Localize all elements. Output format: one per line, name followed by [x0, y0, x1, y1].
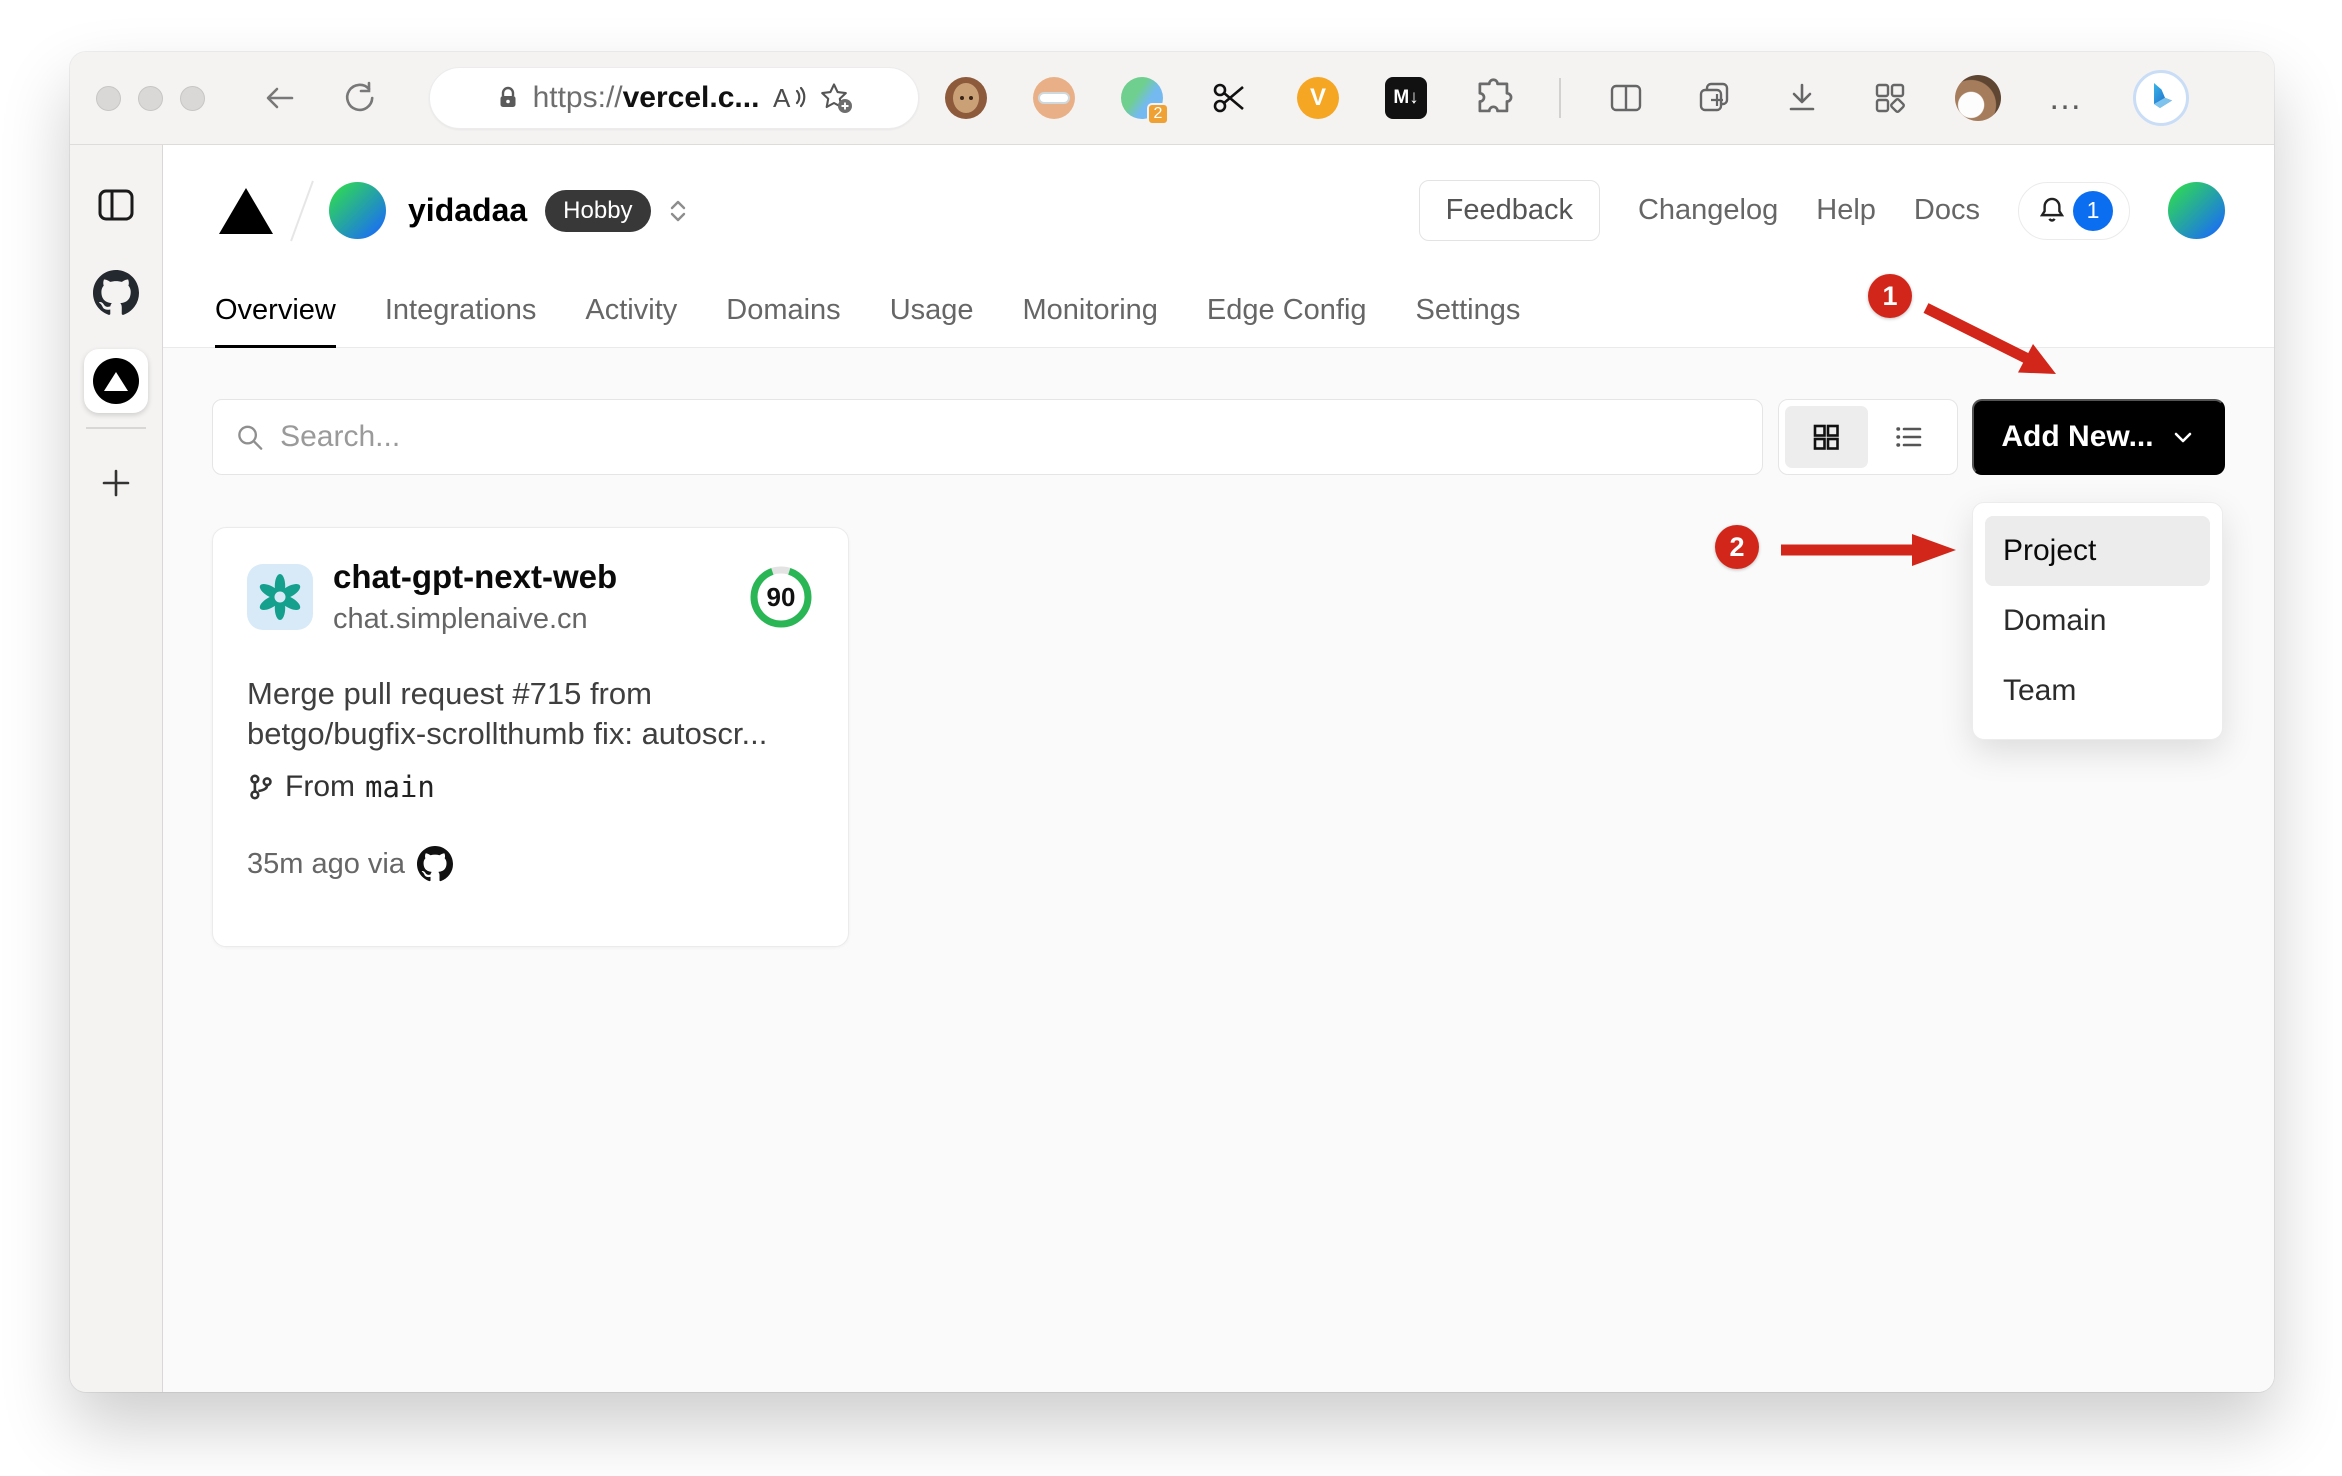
annotation-arrow-1 [1923, 303, 2056, 374]
back-arrow-icon [266, 87, 294, 109]
vercel-logo[interactable] [215, 183, 277, 239]
profile-avatar[interactable] [1955, 75, 2001, 121]
project-search [212, 399, 1763, 475]
score-ring[interactable]: 90 [748, 564, 814, 630]
dropdown-item-project[interactable]: Project [1985, 516, 2210, 586]
git-branch-icon [250, 774, 272, 800]
collections-icon[interactable] [1691, 75, 1737, 121]
tab-settings[interactable]: Settings [1416, 276, 1521, 348]
branch-row: From main [247, 770, 814, 804]
commit-message[interactable]: Merge pull request #715 from betgo/bugfi… [247, 674, 787, 754]
circle-extension-icon[interactable]: 2 [1119, 75, 1169, 125]
docs-link[interactable]: Docs [1914, 194, 1980, 227]
team-name[interactable]: yidadaa [408, 192, 527, 229]
bell-icon [2039, 197, 2065, 222]
team-avatar[interactable] [329, 182, 386, 239]
feedback-button[interactable]: Feedback [1418, 180, 1600, 241]
tab-monitoring[interactable]: Monitoring [1023, 276, 1158, 348]
vercel-tab-icon [93, 358, 139, 404]
annotation-step-2-badge: 2 [1715, 525, 1759, 569]
lock-icon [500, 86, 516, 107]
downloads-icon[interactable] [1779, 75, 1825, 121]
vercel-dashboard-page: yidadaa Hobby Feedback Changelog Help Do… [163, 145, 2274, 1392]
project-name[interactable]: chat-gpt-next-web [333, 558, 617, 596]
chevron-updown-icon [670, 200, 685, 221]
markdown-download-extension-icon[interactable]: M↓ [1383, 75, 1429, 121]
user-avatar[interactable] [2168, 182, 2225, 239]
browser-window: https://vercel.c... A 2 V M↓ … yidadaa H… [70, 52, 2274, 1392]
avatar-extension-icon[interactable] [1031, 75, 1077, 121]
toolbar-divider [1559, 78, 1561, 118]
github-icon [417, 846, 453, 882]
extensions-puzzle-icon[interactable] [1471, 75, 1517, 121]
svg-text:A: A [773, 83, 791, 113]
branch-name: main [365, 770, 435, 804]
favorite-star-icon[interactable] [819, 82, 853, 114]
from-label: From [285, 770, 355, 803]
zoom-window-button[interactable] [180, 85, 205, 111]
refresh-button[interactable] [339, 79, 377, 117]
bing-chat-button[interactable] [2131, 70, 2191, 126]
dropdown-item-domain[interactable]: Domain [1985, 586, 2210, 656]
deployment-meta: 35m ago via [247, 846, 814, 882]
grid-view-button[interactable] [1784, 406, 1868, 468]
split-screen-icon[interactable] [1603, 75, 1649, 121]
v-extension-icon[interactable]: V [1295, 75, 1341, 121]
window-controls [96, 85, 205, 111]
project-domain[interactable]: chat.simplenaive.cn [333, 603, 617, 636]
help-link[interactable]: Help [1816, 194, 1876, 227]
search-input[interactable] [280, 420, 1740, 454]
list-view-button[interactable] [1868, 406, 1951, 468]
dashboard-body: Add New... chat-gpt-next-web chat.simple… [163, 348, 2274, 1392]
search-icon [238, 425, 263, 450]
bing-icon [2133, 70, 2189, 126]
tab-overview[interactable]: Overview [215, 276, 336, 348]
changelog-link[interactable]: Changelog [1638, 194, 1778, 227]
read-aloud-icon[interactable]: A [771, 83, 807, 113]
score-value: 90 [766, 581, 796, 612]
breadcrumb-slash [290, 180, 314, 241]
url-text: https://vercel.c... [532, 81, 760, 114]
notification-count-badge: 1 [2073, 190, 2113, 231]
tab-domains[interactable]: Domains [726, 276, 840, 348]
sidebar-divider [86, 427, 146, 429]
refresh-icon [345, 81, 374, 112]
team-switcher-button[interactable] [665, 196, 691, 226]
annotation-arrow-2 [1781, 534, 1956, 566]
project-app-icon [247, 564, 313, 630]
browser-sidebar [70, 145, 163, 1392]
close-window-button[interactable] [96, 85, 121, 111]
vercel-header: yidadaa Hobby Feedback Changelog Help Do… [163, 145, 2274, 276]
tab-usage[interactable]: Usage [890, 276, 974, 348]
monkey-extension-icon[interactable] [943, 75, 989, 121]
extension-count-badge: 2 [1147, 103, 1169, 125]
address-bar[interactable]: https://vercel.c... A [429, 67, 919, 129]
vercel-sidebar-tab[interactable] [84, 349, 148, 413]
list-icon [1896, 427, 1922, 447]
sidebar-panel-icon[interactable] [84, 173, 148, 237]
new-tab-plus-button[interactable] [84, 451, 148, 515]
settings-more-button[interactable]: … [2043, 75, 2089, 121]
tab-integrations[interactable]: Integrations [385, 276, 537, 348]
back-button[interactable] [261, 79, 299, 117]
extensions-bar: 2 V M↓ … [943, 70, 2191, 126]
dropdown-item-team[interactable]: Team [1985, 656, 2210, 726]
github-sidebar-icon[interactable] [84, 261, 148, 325]
add-new-dropdown: Project Domain Team [1972, 502, 2223, 740]
tab-edge-config[interactable]: Edge Config [1207, 276, 1367, 348]
chevron-down-icon [2174, 432, 2191, 443]
view-toggle [1777, 399, 1958, 475]
tab-activity[interactable]: Activity [585, 276, 677, 348]
apps-grid-icon[interactable] [1867, 75, 1913, 121]
grid-icon [1813, 424, 1839, 450]
deploy-time: 35m ago via [247, 847, 405, 880]
notifications-button[interactable]: 1 [2018, 181, 2130, 240]
plan-badge: Hobby [545, 189, 651, 232]
minimize-window-button[interactable] [138, 85, 163, 111]
browser-titlebar: https://vercel.c... A 2 V M↓ … [70, 52, 2274, 145]
annotation-step-1-badge: 1 [1868, 274, 1912, 318]
add-new-button[interactable]: Add New... [1972, 399, 2225, 475]
scissors-extension-icon[interactable] [1207, 75, 1253, 121]
project-card[interactable]: chat-gpt-next-web chat.simplenaive.cn 90… [212, 527, 849, 947]
